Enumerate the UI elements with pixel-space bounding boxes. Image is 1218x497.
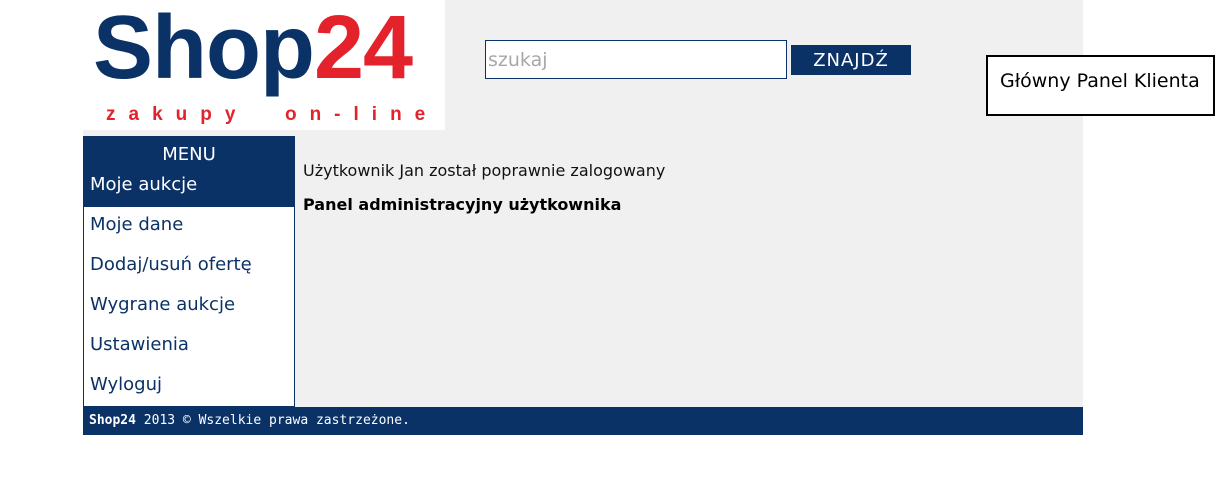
panel-label-box: Główny Panel Klienta xyxy=(986,55,1215,116)
logo-tagline: zakupy on-line xyxy=(106,104,439,125)
sidebar-item-moje-aukcje[interactable]: Moje aukcje xyxy=(84,173,294,207)
footer-copyright: 2013 © Wszelkie prawa zastrzeżone. xyxy=(135,413,410,428)
search-input[interactable] xyxy=(485,40,787,79)
sidebar-item-ustawienia[interactable]: Ustawienia xyxy=(84,327,294,367)
sidebar-item-moje-dane[interactable]: Moje dane xyxy=(84,207,294,247)
menu-header: MENU Moje aukcje xyxy=(84,137,294,207)
sidebar-menu: MENU Moje aukcje Moje dane Dodaj/usuń of… xyxy=(83,136,295,407)
page-title: Panel administracyjny użytkownika xyxy=(303,195,622,214)
site-container: Shop24 zakupy on-line ZNAJDŹ MENU Moje a… xyxy=(83,0,1083,435)
footer-brand: Shop24 xyxy=(89,413,136,428)
sidebar-item-dodaj-usun-oferte[interactable]: Dodaj/usuń ofertę xyxy=(84,247,294,287)
logo-brand-24: 24 xyxy=(313,0,413,98)
footer: Shop24 2013 © Wszelkie prawa zastrzeżone… xyxy=(83,407,1083,435)
main-content: Użytkownik Jan został poprawnie zalogowa… xyxy=(303,160,1073,215)
logo-wordmark: Shop24 xyxy=(93,0,413,98)
search-button[interactable]: ZNAJDŹ xyxy=(791,45,911,75)
login-status-message: Użytkownik Jan został poprawnie zalogowa… xyxy=(303,161,666,180)
shop24-logo[interactable]: Shop24 zakupy on-line xyxy=(83,0,445,130)
sidebar-item-wygrane-aukcje[interactable]: Wygrane aukcje xyxy=(84,287,294,327)
menu-title: MENU xyxy=(162,144,216,165)
logo-brand-shop: Shop xyxy=(93,0,315,98)
page: Shop24 zakupy on-line ZNAJDŹ MENU Moje a… xyxy=(0,0,1218,497)
sidebar-item-wyloguj[interactable]: Wyloguj xyxy=(84,367,294,407)
